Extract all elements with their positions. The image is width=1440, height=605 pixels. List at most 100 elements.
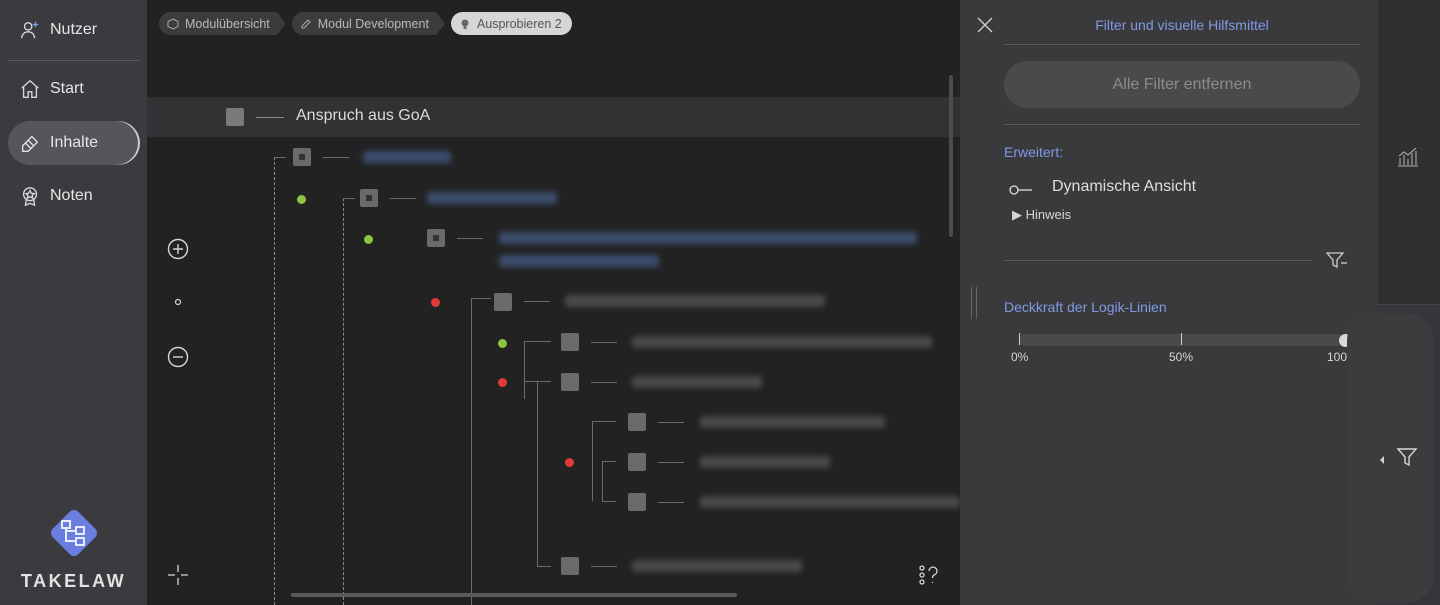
tree-connector [323, 157, 349, 158]
blurred-node-label [363, 151, 451, 163]
tree-connector [658, 462, 684, 463]
divider [1004, 260, 1312, 261]
breadcrumb-label: Modul Development [317, 16, 429, 31]
filter-minus-icon [1325, 252, 1347, 269]
tree-node-box[interactable] [561, 557, 579, 575]
tree-connector [602, 461, 616, 462]
divider [1004, 124, 1360, 125]
zoom-in-button[interactable] [166, 237, 190, 261]
brand-name: TAKELAW [20, 571, 127, 591]
tree-connector [343, 198, 355, 199]
blurred-node-label [427, 192, 557, 204]
tree-logic-line [592, 421, 593, 501]
sidebar-divider [8, 60, 139, 61]
sidebar-item-inhalte[interactable]: Inhalte [8, 121, 138, 165]
sidebar-item-noten[interactable]: Noten [8, 174, 138, 218]
zoom-out-button[interactable] [166, 345, 190, 369]
tree-connector [390, 198, 416, 199]
tree-node-box[interactable] [561, 333, 579, 351]
tree-connector [602, 501, 616, 502]
tree-node-box[interactable] [360, 189, 378, 207]
divider [1004, 44, 1360, 45]
sidebar-item-label: Noten [50, 187, 93, 204]
blurred-node-label [632, 376, 762, 388]
breadcrumb: Modulübersicht Modul Development Ausprob… [159, 12, 578, 35]
blurred-node-label [700, 416, 885, 428]
tree-node-box[interactable] [494, 293, 512, 311]
blurred-node-label [499, 255, 659, 267]
opacity-slider[interactable] [1019, 334, 1345, 346]
breadcrumb-item-modul-development[interactable]: Modul Development [292, 12, 445, 35]
tree-node-box[interactable] [628, 413, 646, 431]
dynamic-view-toggle[interactable] [1009, 182, 1033, 195]
tree-connector [457, 238, 483, 239]
slider-tick [1181, 333, 1182, 345]
vertical-scrollbar[interactable] [949, 75, 953, 237]
status-dot-bad [431, 298, 440, 307]
tree-connector [524, 341, 551, 342]
tree-node-box[interactable] [628, 493, 646, 511]
tree-connector [658, 502, 684, 503]
collapse-arrow-icon[interactable] [1378, 452, 1386, 464]
statistics-button[interactable] [1396, 144, 1420, 168]
tree-node-box[interactable] [628, 453, 646, 471]
tree-node-box[interactable] [561, 373, 579, 391]
tree-connector [524, 301, 550, 302]
app-root: Nutzer Start Inhalte Noten TAKELAW Modul… [0, 0, 1440, 605]
panel-resize-handle[interactable] [971, 287, 977, 319]
tree-connector [658, 422, 684, 423]
close-icon [977, 17, 993, 33]
slider-tick-label: 50% [1169, 350, 1194, 364]
tree-logic-line [537, 381, 538, 566]
toggle-off-icon [1009, 185, 1032, 195]
sidebar-item-label: Nutzer [50, 21, 98, 38]
tree-connector [274, 157, 286, 158]
breadcrumb-item-ausprobieren[interactable]: Ausprobieren 2 [450, 12, 572, 35]
breadcrumb-item-modulubersicht[interactable]: Modulübersicht [159, 12, 286, 35]
filter-panel: Filter und visuelle Hilfsmittel Alle Fil… [960, 0, 1378, 605]
panel-title: Filter und visuelle Hilfsmittel [1095, 17, 1269, 33]
sidebar-item-label: Inhalte [50, 134, 99, 151]
bar-chart-icon [1398, 147, 1418, 167]
tree-connector [591, 342, 617, 343]
triangle-right-icon: ▶ [1012, 207, 1026, 222]
sidebar-item-nutzer[interactable]: Nutzer [8, 8, 138, 52]
horizontal-scrollbar[interactable] [291, 593, 737, 597]
recenter-button[interactable] [166, 563, 190, 587]
crosshair-icon [168, 565, 188, 585]
status-dot-ok [364, 235, 373, 244]
blurred-node-label [499, 232, 917, 244]
user-add-icon [18, 18, 42, 42]
slider-tick-label: 0% [1011, 350, 1029, 364]
blurred-node-label [700, 496, 960, 508]
tree-logic-line [602, 461, 603, 501]
sidebar-item-start[interactable]: Start [8, 67, 138, 111]
zoom-reset-button[interactable] [166, 290, 190, 314]
tree-logic-line [471, 298, 472, 605]
main-sidebar: Nutzer Start Inhalte Noten TAKELAW [0, 0, 147, 605]
blurred-node-label [632, 336, 932, 348]
hint-disclosure[interactable]: ▶ Hinweis [1012, 207, 1071, 223]
tree-connector [537, 566, 551, 567]
status-dot-bad [565, 458, 574, 467]
tree-connector [471, 298, 491, 299]
clear-filters-button[interactable]: Alle Filter entfernen [1004, 61, 1360, 108]
blurred-node-label [565, 295, 825, 307]
logic-tree-canvas[interactable]: Modulübersicht Modul Development Ausprob… [147, 0, 960, 605]
sidebar-item-label: Start [50, 80, 84, 97]
tree-root-row[interactable]: Anspruch aus GoA [147, 97, 960, 137]
tree-connector [591, 566, 617, 567]
close-panel-button[interactable] [976, 16, 994, 34]
advanced-section-label: Erweitert: [1004, 144, 1064, 160]
help-legend-icon [919, 565, 938, 585]
filter-settings-button[interactable] [1325, 251, 1348, 271]
tree-connector [592, 421, 616, 422]
tree-node-box[interactable] [226, 108, 244, 126]
tree-node-box[interactable] [293, 148, 311, 166]
dot-icon [174, 298, 182, 306]
tree-node-box[interactable] [427, 229, 445, 247]
legend-help-button[interactable] [917, 563, 941, 587]
tree-connector [256, 117, 284, 118]
filter-toggle-button[interactable] [1396, 446, 1418, 468]
plus-circle-icon [167, 238, 189, 260]
